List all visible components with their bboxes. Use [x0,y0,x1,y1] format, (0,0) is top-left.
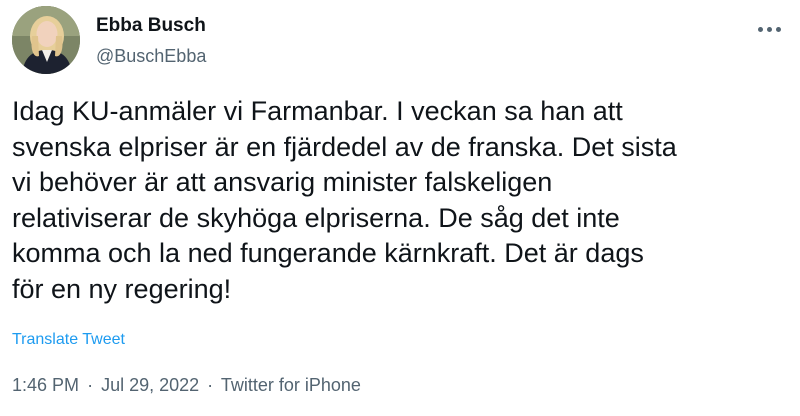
tweet-metadata: 1:46 PM · Jul 29, 2022 · Twitter for iPh… [12,374,361,396]
tweet-source[interactable]: Twitter for iPhone [221,375,361,395]
tweet-time[interactable]: 1:46 PM [12,375,79,395]
author-info[interactable]: Ebba Busch @BuschEbba [96,14,206,68]
translate-tweet-link[interactable]: Translate Tweet [12,330,125,350]
avatar-image [12,6,80,74]
more-dot [757,26,763,32]
separator: · [207,375,214,395]
separator: · [87,375,94,395]
more-options-icon[interactable] [752,12,786,46]
tweet: Ebba Busch @BuschEbba Idag KU-anmäler vi… [0,0,800,416]
author-handle[interactable]: @BuschEbba [96,44,206,68]
tweet-date[interactable]: Jul 29, 2022 [101,375,199,395]
more-dot [775,26,781,32]
more-dot [766,26,772,32]
avatar[interactable] [12,6,80,74]
tweet-text: Idag KU-anmäler vi Farmanbar. I veckan s… [12,96,677,304]
author-display-name[interactable]: Ebba Busch [96,14,206,38]
